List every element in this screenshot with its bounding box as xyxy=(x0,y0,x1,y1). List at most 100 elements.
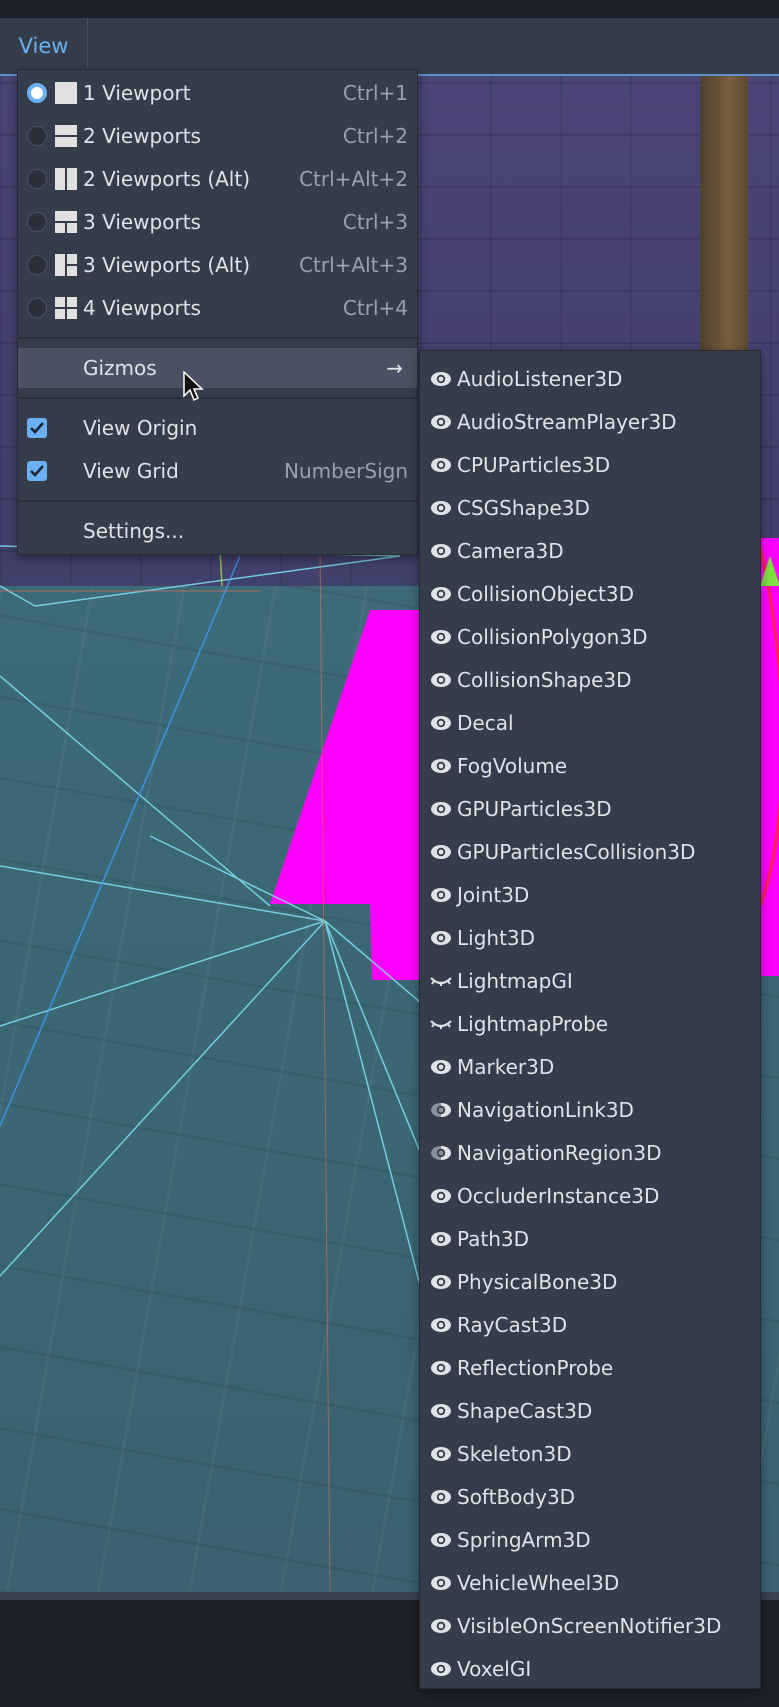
menu-item-2-viewports[interactable]: 2 Viewports Ctrl+2 xyxy=(18,116,417,156)
gizmo-item[interactable]: CSGShape3D xyxy=(420,486,760,529)
gizmo-item[interactable]: Skeleton3D xyxy=(420,1432,760,1475)
gizmo-item[interactable]: VehicleWheel3D xyxy=(420,1561,760,1604)
menu-item-gizmos[interactable]: Gizmos → xyxy=(18,348,417,388)
gizmo-item-label: Joint3D xyxy=(457,882,530,907)
shortcut-label: Ctrl+4 xyxy=(342,296,408,320)
view-menu-button[interactable]: View xyxy=(0,18,88,74)
menu-item-1-viewport[interactable]: 1 Viewport Ctrl+1 xyxy=(18,73,417,113)
menu-item-label: 1 Viewport xyxy=(83,81,191,105)
eye-open-icon[interactable] xyxy=(430,1618,452,1634)
gizmo-item[interactable]: Camera3D xyxy=(420,529,760,572)
gizmo-item[interactable]: NavigationRegion3D xyxy=(420,1131,760,1174)
eye-open-icon[interactable] xyxy=(430,586,452,602)
gizmo-item[interactable]: Decal xyxy=(420,701,760,744)
gizmo-item[interactable]: SpringArm3D xyxy=(420,1518,760,1561)
radio-icon xyxy=(27,169,47,189)
menu-item-3-viewports-alt[interactable]: 3 Viewports (Alt) Ctrl+Alt+3 xyxy=(18,245,417,285)
gizmo-item-label: VehicleWheel3D xyxy=(457,1570,620,1595)
radio-icon xyxy=(27,255,47,275)
gizmo-item[interactable]: GPUParticles3D xyxy=(420,787,760,830)
eye-open-icon[interactable] xyxy=(430,371,452,387)
eye-open-icon[interactable] xyxy=(430,500,452,516)
eye-open-icon[interactable] xyxy=(430,1446,452,1462)
menu-separator xyxy=(18,397,417,399)
eye-open-icon[interactable] xyxy=(430,1575,452,1591)
menu-item-label: 4 Viewports xyxy=(83,296,201,320)
gizmo-item[interactable]: Marker3D xyxy=(420,1045,760,1088)
menu-item-view-grid[interactable]: View Grid NumberSign xyxy=(18,451,417,491)
menu-separator xyxy=(18,500,417,502)
gizmo-item-label: FogVolume xyxy=(457,753,568,778)
gizmo-item[interactable]: CollisionPolygon3D xyxy=(420,615,760,658)
gizmo-item[interactable]: ReflectionProbe xyxy=(420,1346,760,1389)
eye-open-icon[interactable] xyxy=(430,1360,452,1376)
gizmo-item-label: VoxelGI xyxy=(457,1656,532,1681)
gizmo-item[interactable]: AudioStreamPlayer3D xyxy=(420,400,760,443)
eye-open-icon[interactable] xyxy=(430,844,452,860)
eye-open-icon[interactable] xyxy=(430,930,452,946)
gizmo-item-label: LightmapProbe xyxy=(457,1011,609,1036)
gizmo-item[interactable]: CollisionShape3D xyxy=(420,658,760,701)
gizmo-item[interactable]: LightmapGI xyxy=(420,959,760,1002)
eye-open-icon[interactable] xyxy=(430,414,452,430)
eye-open-icon[interactable] xyxy=(430,1661,452,1677)
gizmo-item-label: ReflectionProbe xyxy=(457,1355,614,1380)
gizmo-item[interactable]: VisibleOnScreenNotifier3D xyxy=(420,1604,760,1647)
gizmo-item-label: CPUParticles3D xyxy=(457,452,611,477)
eye-half-icon[interactable] xyxy=(430,1145,452,1161)
gizmo-item[interactable]: FogVolume xyxy=(420,744,760,787)
gizmo-item-label: Light3D xyxy=(457,925,536,950)
checkbox-checked-icon[interactable] xyxy=(27,418,47,438)
eye-open-icon[interactable] xyxy=(430,758,452,774)
gizmo-item[interactable]: SoftBody3D xyxy=(420,1475,760,1518)
gizmo-item[interactable]: LightmapProbe xyxy=(420,1002,760,1045)
menu-item-settings[interactable]: Settings... xyxy=(18,511,417,551)
eye-open-icon[interactable] xyxy=(430,887,452,903)
eye-closed-icon[interactable] xyxy=(430,973,452,989)
eye-closed-icon[interactable] xyxy=(430,1016,452,1032)
gizmo-item[interactable]: Path3D xyxy=(420,1217,760,1260)
menu-item-label: Gizmos xyxy=(83,356,157,380)
eye-open-icon[interactable] xyxy=(430,1231,452,1247)
checkbox-checked-icon[interactable] xyxy=(27,461,47,481)
eye-open-icon[interactable] xyxy=(430,801,452,817)
gizmo-item[interactable]: CPUParticles3D xyxy=(420,443,760,486)
gizmo-item[interactable]: CollisionObject3D xyxy=(420,572,760,615)
gizmo-item-label: SpringArm3D xyxy=(457,1527,591,1552)
gizmo-item[interactable]: Light3D xyxy=(420,916,760,959)
gizmo-item[interactable]: OccluderInstance3D xyxy=(420,1174,760,1217)
viewport-4-icon xyxy=(55,297,77,319)
eye-open-icon[interactable] xyxy=(430,1532,452,1548)
menu-bar: View xyxy=(0,18,779,74)
menu-item-3-viewports[interactable]: 3 Viewports Ctrl+3 xyxy=(18,202,417,242)
gizmo-item[interactable]: GPUParticlesCollision3D xyxy=(420,830,760,873)
gizmo-item[interactable]: RayCast3D xyxy=(420,1303,760,1346)
viewport-2-icon xyxy=(55,125,77,147)
eye-open-icon[interactable] xyxy=(430,715,452,731)
eye-open-icon[interactable] xyxy=(430,1059,452,1075)
gizmos-submenu: AudioListener3D AudioStreamPlayer3D CPUPar… xyxy=(419,350,761,1689)
gizmo-item-label: LightmapGI xyxy=(457,968,573,993)
gizmo-item-label: ShapeCast3D xyxy=(457,1398,593,1423)
gizmo-item[interactable]: NavigationLink3D xyxy=(420,1088,760,1131)
menu-item-2-viewports-alt[interactable]: 2 Viewports (Alt) Ctrl+Alt+2 xyxy=(18,159,417,199)
eye-open-icon[interactable] xyxy=(430,672,452,688)
menu-item-view-origin[interactable]: View Origin xyxy=(18,408,417,448)
gizmo-item[interactable]: Joint3D xyxy=(420,873,760,916)
eye-half-icon[interactable] xyxy=(430,1102,452,1118)
gizmo-item[interactable]: PhysicalBone3D xyxy=(420,1260,760,1303)
eye-open-icon[interactable] xyxy=(430,1403,452,1419)
eye-open-icon[interactable] xyxy=(430,629,452,645)
gizmo-item[interactable]: VoxelGI xyxy=(420,1647,760,1690)
magenta-mesh xyxy=(270,610,430,980)
eye-open-icon[interactable] xyxy=(430,543,452,559)
menu-separator xyxy=(18,337,417,339)
gizmo-item[interactable]: ShapeCast3D xyxy=(420,1389,760,1432)
eye-open-icon[interactable] xyxy=(430,1317,452,1333)
gizmo-item[interactable]: AudioListener3D xyxy=(420,357,760,400)
eye-open-icon[interactable] xyxy=(430,1188,452,1204)
eye-open-icon[interactable] xyxy=(430,1489,452,1505)
menu-item-4-viewports[interactable]: 4 Viewports Ctrl+4 xyxy=(18,288,417,328)
eye-open-icon[interactable] xyxy=(430,457,452,473)
eye-open-icon[interactable] xyxy=(430,1274,452,1290)
